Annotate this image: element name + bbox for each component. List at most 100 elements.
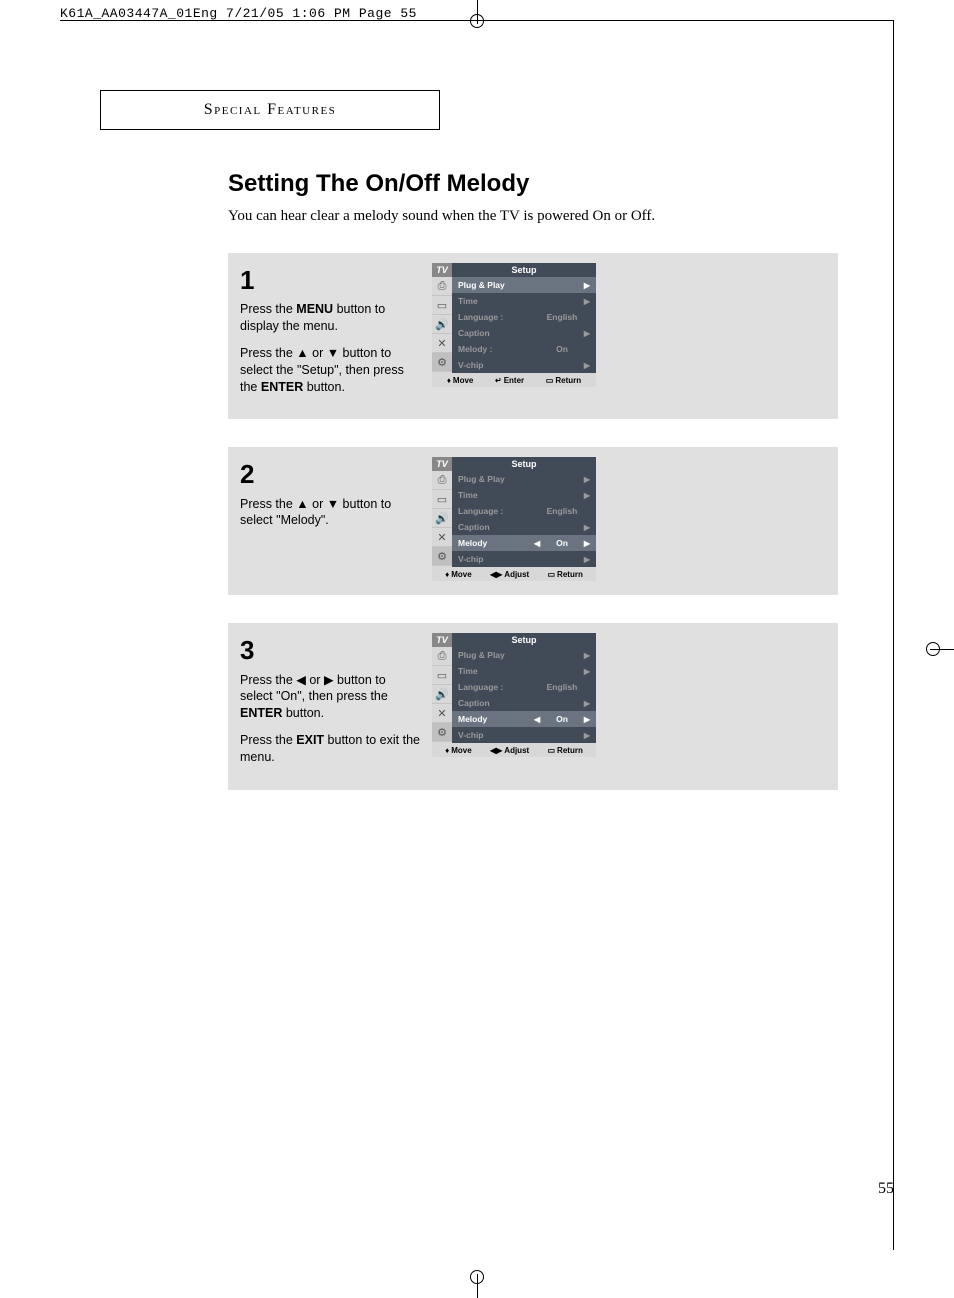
osd-menu-row: V-chip ▶ xyxy=(452,357,596,373)
osd-menu-row: V-chip ▶ xyxy=(452,727,596,743)
osd-row-value: English xyxy=(542,506,582,516)
updown-icon: ♦ xyxy=(447,376,451,385)
osd-row-value: On xyxy=(542,344,582,354)
step-paragraph: Press the EXIT button to exit the menu. xyxy=(240,732,420,766)
osd-row-label: Time xyxy=(458,296,534,306)
return-icon: ▭ xyxy=(547,570,555,579)
steps-container: 1Press the MENU button to display the me… xyxy=(228,253,838,790)
osd-body: ⎙▭🔊✕⚙Plug & Play▶Time▶Language :EnglishC… xyxy=(432,647,596,743)
osd-footer: ♦ Move◀▶ Adjust▭ Return xyxy=(432,743,596,757)
intro-text: You can hear clear a melody sound when t… xyxy=(228,208,838,225)
right-arrow-icon: ▶ xyxy=(582,539,590,548)
osd-menu-row: Melody◀On▶ xyxy=(452,535,596,551)
osd-row-label: Caption xyxy=(458,522,534,532)
crop-mark-top xyxy=(457,0,497,40)
osd-sidebar-icon: ▭ xyxy=(432,490,452,509)
right-arrow-icon: ▶ xyxy=(582,555,590,564)
crop-mark-bottom xyxy=(457,1258,497,1298)
osd-menu-row: Time▶ xyxy=(452,663,596,679)
left-arrow-icon: ◀ xyxy=(534,715,542,724)
right-arrow-icon: ▶ xyxy=(582,699,590,708)
step-block: 3Press the ◀ or ▶ button to select "On",… xyxy=(228,623,838,789)
osd-sidebar-icon: ⚙ xyxy=(432,547,452,566)
osd-top-bar: TVSetup xyxy=(432,633,596,647)
osd-row-label: V-chip xyxy=(458,360,534,370)
osd-menu-row: Plug & Play ▶ xyxy=(452,647,596,663)
osd-sidebar-icon: ⎙ xyxy=(432,277,452,296)
osd-row-label: Caption xyxy=(458,698,534,708)
step-paragraph: Press the MENU button to display the men… xyxy=(240,301,420,335)
step-text: 3Press the ◀ or ▶ button to select "On",… xyxy=(240,633,420,775)
osd-menu-row: Melody◀On▶ xyxy=(452,711,596,727)
osd-top-bar: TVSetup xyxy=(432,457,596,471)
osd-row-label: Plug & Play xyxy=(458,650,534,660)
osd-menu-row: Language :English xyxy=(452,309,596,325)
osd-rows: Plug & Play▶Time▶Language :EnglishCaptio… xyxy=(452,647,596,743)
osd-sidebar: ⎙▭🔊✕⚙ xyxy=(432,647,452,743)
osd-rows: Plug & Play▶Time▶Language :EnglishCaptio… xyxy=(452,471,596,567)
osd-row-value: On xyxy=(542,714,582,724)
osd-screenshot: TVSetup⎙▭🔊✕⚙Plug & Play▶Time▶Language :E… xyxy=(432,633,596,757)
osd-row-value: English xyxy=(542,312,582,322)
osd-tv-label: TV xyxy=(432,457,452,471)
osd-row-label: Plug & Play xyxy=(458,280,534,290)
osd-rows: Plug & Play▶Time▶Language :EnglishCaptio… xyxy=(452,277,596,373)
step-block: 2 Press the ▲ or ▼ button to select "Melo… xyxy=(228,447,838,595)
osd-sidebar-icon: ✕ xyxy=(432,704,452,723)
footer-return: ▭ Return xyxy=(547,746,582,755)
osd-sidebar-icon: ▭ xyxy=(432,666,452,685)
osd-row-label: Plug & Play xyxy=(458,474,534,484)
step-paragraph: Press the ▲ or ▼ button to select "Melod… xyxy=(240,496,420,530)
enter-icon: ◀▶ xyxy=(490,570,502,579)
osd-sidebar-icon: ⎙ xyxy=(432,647,452,666)
footer-mid: ↵ Enter xyxy=(495,376,524,385)
osd-sidebar: ⎙▭🔊✕⚙ xyxy=(432,471,452,567)
footer-move: ♦ Move xyxy=(445,746,472,755)
section-header-box: Special Features xyxy=(100,90,440,130)
osd-sidebar-icon: ▭ xyxy=(432,296,452,315)
left-arrow-icon: ◀ xyxy=(534,539,542,548)
osd-menu-row: Plug & Play ▶ xyxy=(452,277,596,293)
right-arrow-icon: ▶ xyxy=(582,475,590,484)
print-meta-header: K61A_AA03447A_01Eng 7/21/05 1:06 PM Page… xyxy=(60,6,417,21)
osd-sidebar: ⎙▭🔊✕⚙ xyxy=(432,277,452,373)
osd-sidebar-icon: ⚙ xyxy=(432,353,452,372)
updown-icon: ♦ xyxy=(445,570,449,579)
step-text: 1Press the MENU button to display the me… xyxy=(240,263,420,405)
osd-sidebar-icon: ✕ xyxy=(432,334,452,353)
right-arrow-icon: ▶ xyxy=(582,731,590,740)
page-title: Setting The On/Off Melody xyxy=(228,170,838,198)
osd-row-label: Melody xyxy=(458,714,534,724)
osd-tv-label: TV xyxy=(432,633,452,647)
right-arrow-icon: ▶ xyxy=(582,651,590,660)
osd-footer: ♦ Move◀▶ Adjust▭ Return xyxy=(432,567,596,581)
osd-body: ⎙▭🔊✕⚙Plug & Play▶Time▶Language :EnglishC… xyxy=(432,471,596,567)
osd-sidebar-icon: 🔊 xyxy=(432,315,452,334)
osd-screenshot: TVSetup⎙▭🔊✕⚙Plug & Play▶Time▶Language :E… xyxy=(432,457,596,581)
right-arrow-icon: ▶ xyxy=(582,281,590,290)
osd-row-label: Language : xyxy=(458,682,534,692)
footer-move: ♦ Move xyxy=(447,376,474,385)
osd-sidebar-icon: 🔊 xyxy=(432,685,452,704)
enter-icon: ↵ xyxy=(495,376,502,385)
footer-return: ▭ Return xyxy=(547,570,582,579)
osd-menu-row: Time▶ xyxy=(452,293,596,309)
step-block: 1Press the MENU button to display the me… xyxy=(228,253,838,419)
step-paragraph: Press the ▲ or ▼ button to select the "S… xyxy=(240,345,420,396)
page-number: 55 xyxy=(878,1180,894,1198)
footer-move: ♦ Move xyxy=(445,570,472,579)
osd-row-label: V-chip xyxy=(458,730,534,740)
updown-icon: ♦ xyxy=(445,746,449,755)
osd-menu-row: Caption▶ xyxy=(452,519,596,535)
step-text: 2 Press the ▲ or ▼ button to select "Melo… xyxy=(240,457,420,539)
right-arrow-icon: ▶ xyxy=(582,715,590,724)
osd-row-value: On xyxy=(542,538,582,548)
return-icon: ▭ xyxy=(547,746,555,755)
osd-body: ⎙▭🔊✕⚙Plug & Play▶Time▶Language :EnglishC… xyxy=(432,277,596,373)
osd-menu-row: Caption ▶ xyxy=(452,695,596,711)
step-number: 3 xyxy=(240,633,420,668)
step-number: 2 xyxy=(240,457,420,492)
right-arrow-icon: ▶ xyxy=(582,491,590,500)
right-arrow-icon: ▶ xyxy=(582,361,590,370)
osd-row-label: Time xyxy=(458,490,534,500)
